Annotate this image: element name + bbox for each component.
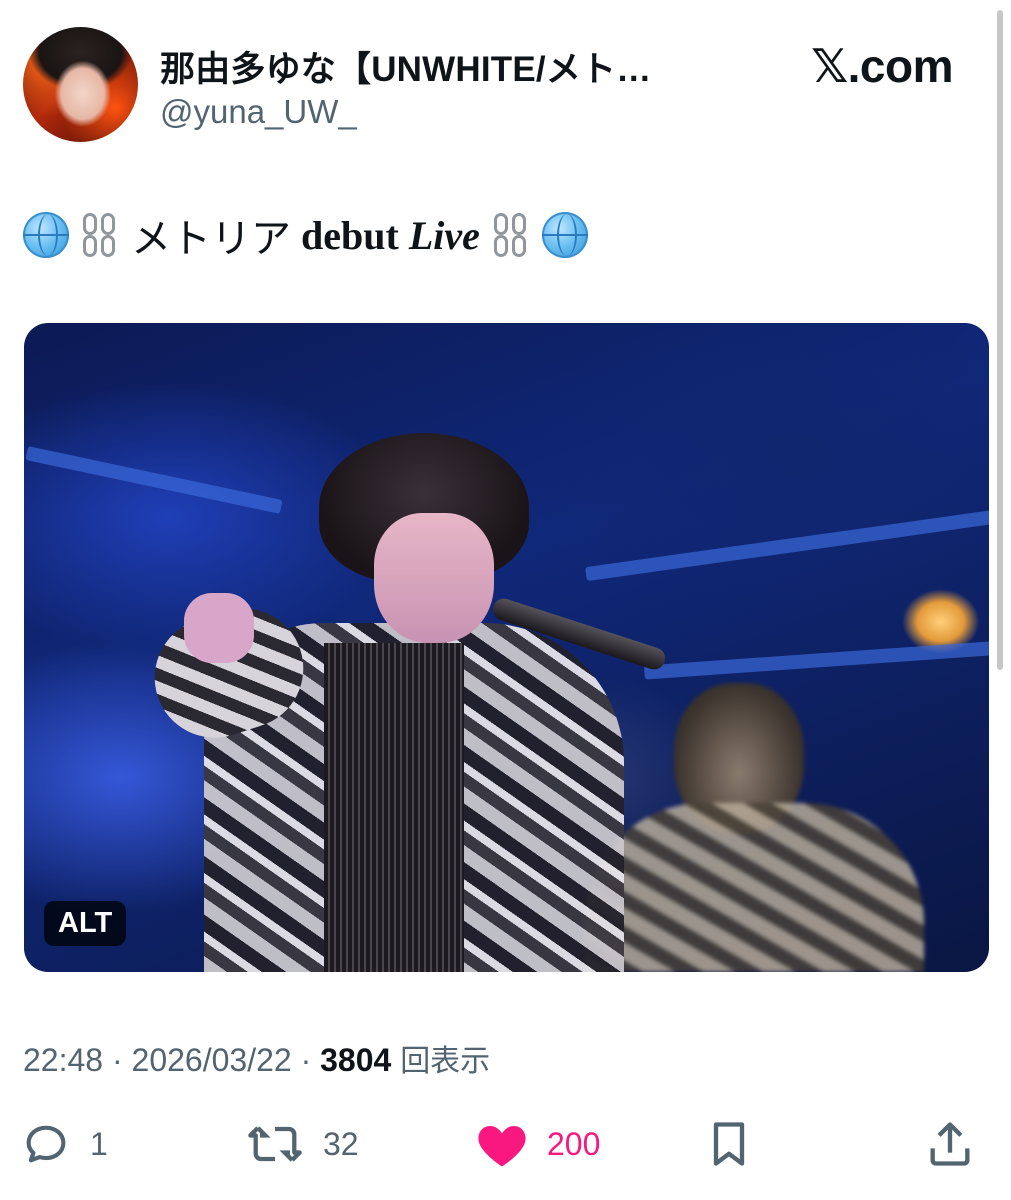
- tweet-text-debut: debut: [301, 212, 399, 258]
- meta-separator: ·: [300, 1042, 312, 1078]
- bookmark-button[interactable]: [705, 1112, 753, 1176]
- reply-button[interactable]: 1: [20, 1112, 108, 1176]
- tweet-header: 那由多ゆな【UNWHITE/メト… @yuna_UW_ 𝕏.com: [23, 27, 963, 145]
- retweet-button[interactable]: 32: [245, 1112, 359, 1176]
- chain-emoji: [79, 211, 121, 259]
- share-button[interactable]: [925, 1112, 975, 1176]
- stage-truss: [643, 640, 989, 680]
- tweet-photo[interactable]: ALT: [24, 323, 989, 972]
- tweet-text: メトリア debut Live: [23, 206, 588, 264]
- heart-icon: [475, 1119, 529, 1169]
- x-logo: 𝕏.com: [811, 40, 953, 92]
- view-label: 回表示: [400, 1045, 491, 1078]
- tweet-text-jp: メトリア: [131, 216, 291, 262]
- reply-icon: [20, 1118, 72, 1170]
- globe-emoji: [23, 212, 69, 258]
- bookmark-icon: [705, 1118, 753, 1170]
- display-name[interactable]: 那由多ゆな【UNWHITE/メト…: [160, 41, 680, 92]
- tweet-date[interactable]: 2026/03/22: [132, 1042, 292, 1078]
- meta-separator: ·: [111, 1042, 123, 1078]
- chain-emoji: [490, 211, 532, 259]
- avatar[interactable]: [23, 27, 138, 142]
- scrollbar[interactable]: [997, 10, 1003, 670]
- like-button[interactable]: 200: [475, 1112, 600, 1176]
- reply-count: 1: [90, 1125, 108, 1162]
- tweet-text-live: Live: [408, 212, 480, 258]
- main-performer: [139, 433, 668, 972]
- retweet-icon: [245, 1118, 305, 1170]
- view-count: 3804: [320, 1042, 392, 1078]
- alt-badge[interactable]: ALT: [44, 901, 127, 946]
- tweet-meta: 22:48 · 2026/03/22 · 3804 回表示: [23, 1036, 490, 1080]
- user-handle[interactable]: @yuna_UW_: [160, 93, 357, 131]
- tweet-time[interactable]: 22:48: [23, 1042, 103, 1078]
- action-bar: 1 32 200: [20, 1112, 980, 1176]
- like-count: 200: [547, 1125, 601, 1162]
- globe-emoji: [541, 212, 588, 258]
- retweet-count: 32: [323, 1125, 359, 1162]
- share-icon: [925, 1118, 975, 1170]
